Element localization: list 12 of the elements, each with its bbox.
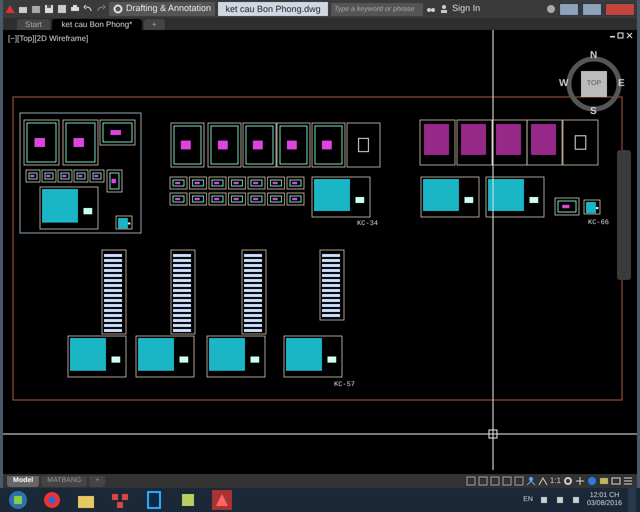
window-title: ket cau Bon Phong.dwg	[218, 2, 328, 16]
workspace-dropdown[interactable]: Drafting & Annotation	[109, 2, 216, 16]
sign-in-link[interactable]: Sign In	[452, 2, 480, 16]
compass-letter[interactable]: W	[559, 79, 568, 89]
document-tab[interactable]: ket cau Bon Phong*	[52, 19, 142, 30]
viewport-label[interactable]: [−][Top][2D Wireframe]	[8, 33, 88, 45]
annotation-scale[interactable]: 1:1	[550, 475, 561, 487]
compass-letter[interactable]: N	[590, 51, 598, 61]
document-tab[interactable]: Start	[17, 19, 50, 30]
compass-letter[interactable]: S	[590, 107, 597, 117]
compass-letter[interactable]: E	[618, 79, 625, 89]
document-tab[interactable]: +	[144, 19, 165, 30]
